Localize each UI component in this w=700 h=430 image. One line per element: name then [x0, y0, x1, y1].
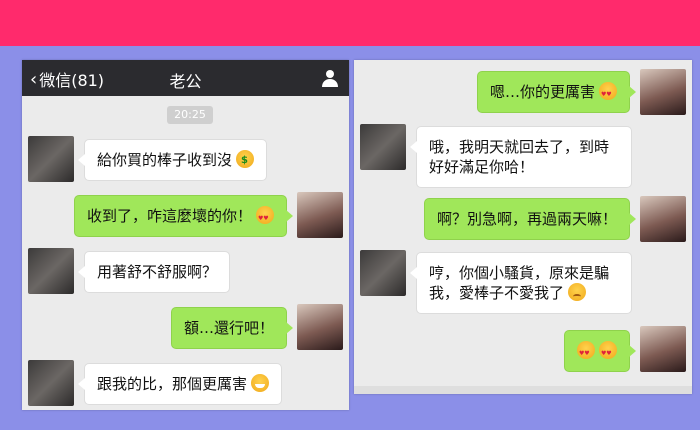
- money-face-emoji-icon: [236, 150, 255, 171]
- message-bubble: 收到了，咋這麼壞的你！: [73, 195, 294, 237]
- user-profile-icon[interactable]: [321, 69, 339, 87]
- avatar[interactable]: [28, 136, 74, 182]
- message-text: 哦，我明天就回去了，到時好好滿足你哈！: [429, 138, 610, 176]
- message-bubble: 哦，我明天就回去了，到時好好滿足你哈！: [410, 126, 632, 188]
- chat-header: ‹ 微信(81) 老公: [22, 60, 349, 96]
- timestamp: 20:25: [167, 106, 213, 124]
- message-bubble: 跟我的比，那個更厲害: [77, 363, 283, 405]
- chat-screenshot-left: ‹ 微信(81) 老公 20:25 給你買的棒子收到沒 收到了，咋這麼壞的你！ …: [22, 60, 349, 410]
- avatar[interactable]: [297, 192, 343, 238]
- chat-title: 老公: [169, 72, 202, 91]
- message-bubble: 給你買的棒子收到沒: [77, 139, 268, 181]
- message-bubble: 啊？別急啊，再過兩天嘛！: [423, 198, 637, 240]
- heart-eyes-emoji-icon: [599, 341, 617, 364]
- heart-eyes-emoji-icon: [599, 82, 617, 105]
- grinning-emoji-icon: [251, 374, 270, 392]
- avatar[interactable]: [640, 196, 686, 242]
- message-bubble: 哼，你個小騷貨，原來是騙我，愛棒子不愛我了: [410, 252, 632, 314]
- message-text: 啊？別急啊，再過兩天嘛！: [436, 210, 617, 228]
- chat-screenshot-right: 嗯…你的更厲害 哦，我明天就回去了，到時好好滿足你哈！ 啊？別急啊，再過兩天嘛！…: [354, 60, 692, 394]
- avatar[interactable]: [640, 326, 686, 372]
- message-bubble: 嗯…你的更厲害: [476, 71, 637, 113]
- sad-face-emoji-icon: [568, 283, 587, 301]
- message-text: 跟我的比，那個更厲害: [97, 375, 248, 393]
- avatar[interactable]: [28, 248, 74, 294]
- message-bubble: 額…還行吧！: [170, 307, 294, 349]
- message-text: 額…還行吧！: [183, 319, 274, 337]
- message-bubble: [564, 330, 636, 372]
- message-bubble: 用著舒不舒服啊？: [77, 251, 231, 293]
- avatar[interactable]: [360, 250, 406, 296]
- message-text: 收到了，咋這麼壞的你！: [86, 207, 252, 225]
- avatar[interactable]: [640, 69, 686, 115]
- message-text: 用著舒不舒服啊？: [97, 263, 218, 281]
- heart-eyes-emoji-icon: [256, 206, 274, 229]
- message-text: 嗯…你的更厲害: [489, 83, 595, 101]
- input-bar-edge: [354, 386, 692, 394]
- message-text: 給你買的棒子收到沒: [97, 151, 233, 169]
- avatar[interactable]: [28, 360, 74, 406]
- avatar[interactable]: [297, 304, 343, 350]
- heart-eyes-emoji-icon: [577, 341, 595, 364]
- avatar[interactable]: [360, 124, 406, 170]
